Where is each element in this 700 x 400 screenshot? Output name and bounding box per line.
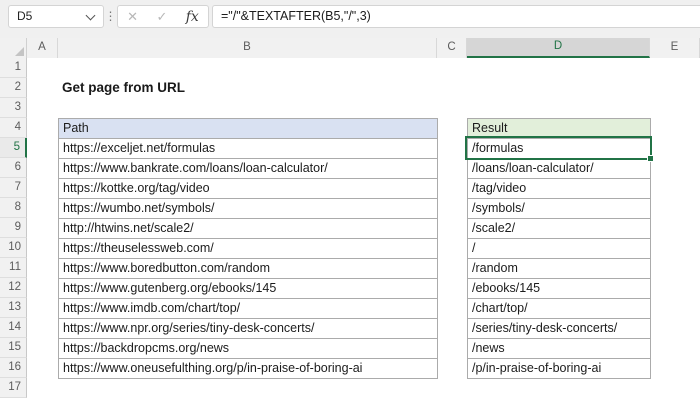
row-header-10[interactable]: 10 — [0, 238, 27, 258]
row-header-3[interactable]: 3 — [0, 98, 27, 118]
formula-input[interactable]: ="/"&TEXTAFTER(B5,"/",3) — [212, 5, 700, 28]
result-cell[interactable]: / — [468, 239, 650, 259]
chevron-down-icon[interactable] — [85, 10, 96, 21]
result-cell[interactable]: /ebooks/145 — [468, 279, 650, 299]
result-cell[interactable]: /p/in-praise-of-boring-ai — [468, 359, 650, 379]
formula-bar: D5 ⋮ ✕ ✓ fx ="/"&TEXTAFTER(B5,"/",3) — [0, 0, 700, 38]
cancel-icon[interactable]: ✕ — [127, 6, 138, 27]
row-header-17[interactable]: 17 — [0, 378, 27, 398]
path-cell[interactable]: https://www.bankrate.com/loans/loan-calc… — [59, 159, 437, 179]
formula-text: ="/"&TEXTAFTER(B5,"/",3) — [221, 9, 371, 23]
path-cell[interactable]: https://exceljet.net/formulas — [59, 139, 437, 159]
column-header-E[interactable]: E — [650, 38, 700, 58]
path-table: Path https://exceljet.net/formulas https:/… — [58, 118, 438, 379]
sheet-title-cell[interactable]: Get page from URL — [62, 78, 185, 98]
result-header-cell[interactable]: Result — [468, 119, 650, 139]
row-header-9[interactable]: 9 — [0, 218, 27, 238]
column-header-B[interactable]: B — [58, 38, 437, 58]
row-header-5[interactable]: 5 — [0, 138, 27, 158]
path-cell[interactable]: https://www.imdb.com/chart/top/ — [59, 299, 437, 319]
result-table: Result/formulas/loans/loan-calculator//t… — [467, 118, 651, 379]
column-header-A[interactable]: A — [27, 38, 58, 58]
row-header-1[interactable]: 1 — [0, 58, 27, 78]
result-cell[interactable]: /news — [468, 339, 650, 359]
row-header-4[interactable]: 4 — [0, 118, 27, 138]
path-cell[interactable]: https://wumbo.net/symbols/ — [59, 199, 437, 219]
formula-buttons: ✕ ✓ fx — [117, 5, 209, 28]
cell-reference: D5 — [17, 9, 33, 23]
select-all-icon — [15, 47, 24, 56]
namebox-resize-handle[interactable]: ⋮ — [104, 5, 117, 28]
result-cell[interactable]: /scale2/ — [468, 219, 650, 239]
row-header-11[interactable]: 11 — [0, 258, 27, 278]
result-cell[interactable]: /chart/top/ — [468, 299, 650, 319]
path-cell[interactable]: https://backdropcms.org/news — [59, 339, 437, 359]
name-box[interactable]: D5 — [8, 5, 104, 28]
result-cell[interactable]: /symbols/ — [468, 199, 650, 219]
path-header-cell[interactable]: Path — [59, 119, 437, 139]
select-all-button[interactable] — [0, 38, 27, 58]
path-cell[interactable]: https://www.oneusefulthing.org/p/in-prai… — [59, 359, 437, 379]
path-cell[interactable]: https://www.boredbutton.com/random — [59, 259, 437, 279]
enter-icon[interactable]: ✓ — [156, 6, 167, 27]
result-cell[interactable]: /tag/video — [468, 179, 650, 199]
result-cell[interactable]: /loans/loan-calculator/ — [468, 159, 650, 179]
row-header-7[interactable]: 7 — [0, 178, 27, 198]
path-cell[interactable]: http://htwins.net/scale2/ — [59, 219, 437, 239]
spreadsheet-app: D5 ⋮ ✕ ✓ fx ="/"&TEXTAFTER(B5,"/",3) ABC… — [0, 0, 700, 400]
result-cell[interactable]: /series/tiny-desk-concerts/ — [468, 319, 650, 339]
result-cell[interactable]: /formulas — [468, 139, 650, 159]
row-header-8[interactable]: 8 — [0, 198, 27, 218]
row-header-13[interactable]: 13 — [0, 298, 27, 318]
row-header-12[interactable]: 12 — [0, 278, 27, 298]
row-header-14[interactable]: 14 — [0, 318, 27, 338]
row-header-6[interactable]: 6 — [0, 158, 27, 178]
row-header-15[interactable]: 15 — [0, 338, 27, 358]
column-header-D[interactable]: D — [467, 38, 650, 58]
path-cell[interactable]: https://theuselessweb.com/ — [59, 239, 437, 259]
result-cell[interactable]: /random — [468, 259, 650, 279]
row-header-16[interactable]: 16 — [0, 358, 27, 378]
path-cell[interactable]: https://www.gutenberg.org/ebooks/145 — [59, 279, 437, 299]
row-header-2[interactable]: 2 — [0, 78, 27, 98]
insert-function-icon[interactable]: fx — [186, 9, 199, 25]
path-cell[interactable]: https://kottke.org/tag/video — [59, 179, 437, 199]
column-header-C[interactable]: C — [437, 38, 467, 58]
path-cell[interactable]: https://www.npr.org/series/tiny-desk-con… — [59, 319, 437, 339]
